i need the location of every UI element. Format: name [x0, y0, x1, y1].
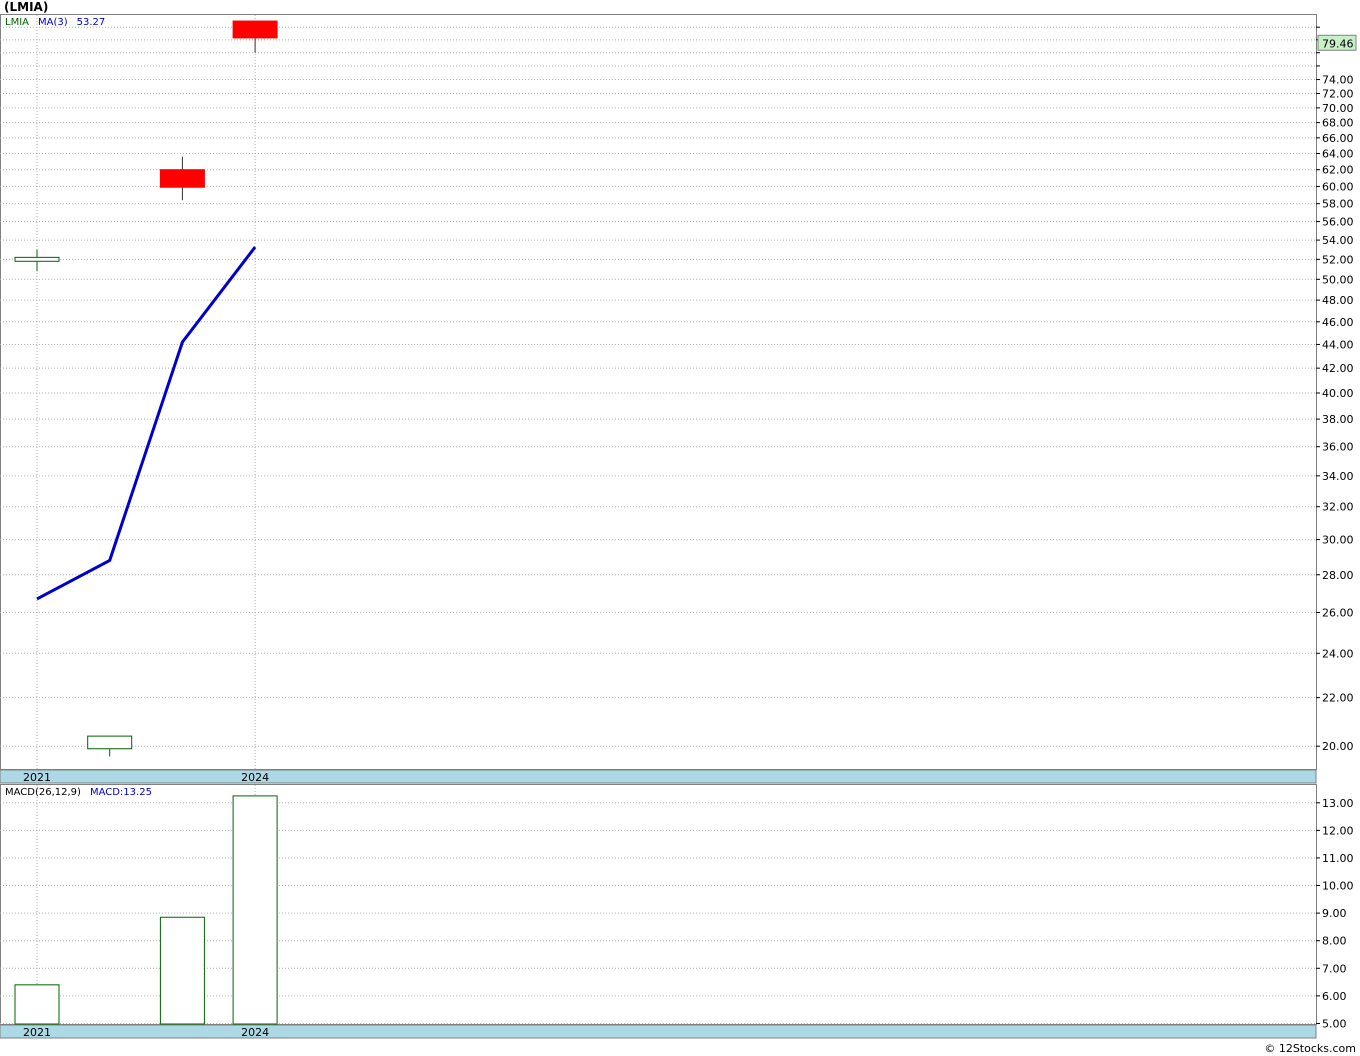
- price-legend-entry: MA(3): [38, 17, 68, 28]
- macd-bar: [232, 795, 278, 1025]
- price-grid: [0, 15, 1316, 769]
- watermark: © 12Stocks.com: [1264, 1042, 1356, 1055]
- macd-bar: [159, 916, 205, 1025]
- price-y-tick-label: 46.00: [1322, 316, 1354, 329]
- price-y-tick-label: 50.00: [1322, 273, 1354, 286]
- price-y-tick-label: 74.00: [1322, 74, 1354, 87]
- price-x-tick-label: 2021: [23, 771, 51, 784]
- price-legend-entry: LMIA: [5, 17, 29, 28]
- price-y-tick-label: 70.00: [1322, 102, 1354, 115]
- macd-date-axis-band: [0, 1024, 1317, 1039]
- price-y-tick-label: 58.00: [1322, 198, 1354, 211]
- price-y-tick-label: 42.00: [1322, 362, 1354, 375]
- macd-bar: [14, 984, 60, 1025]
- price-y-tick-label: 68.00: [1322, 117, 1354, 130]
- price-x-tick-label: 2024: [241, 771, 269, 784]
- price-legend: LMIA MA(3) 53.27: [5, 17, 105, 28]
- price-y-tick-label: 38.00: [1322, 413, 1354, 426]
- price-y-tick-label: 26.00: [1322, 607, 1354, 620]
- macd-panel: 5.00 6.00 7.00 8.00 9.00 10.00 11.00 12.00 13.00…: [0, 784, 1354, 1039]
- candle-body: [159, 169, 205, 188]
- price-y-tick-label: 72.00: [1322, 88, 1354, 101]
- macd-y-tick-label: 8.00: [1322, 935, 1347, 948]
- macd-x-tick-label: 2024: [241, 1026, 269, 1039]
- chart-title: (LMIA): [4, 0, 48, 14]
- macd-legend-entry: MACD(26,12,9): [5, 787, 81, 798]
- price-y-tick-label: 52.00: [1322, 253, 1354, 266]
- candle-body: [232, 20, 278, 39]
- price-panel: 20.00 22.00 24.00 26.00 28.00 30.00 32.00 34.00…: [0, 14, 1357, 784]
- price-y-tick-label: 40.00: [1322, 387, 1354, 400]
- macd-y-tick-label: 5.00: [1322, 1017, 1347, 1030]
- macd-y-tick-label: 11.00: [1322, 852, 1354, 865]
- price-marks: [14, 20, 278, 757]
- macd-y-tick-label: 10.00: [1322, 880, 1354, 893]
- price-y-tick-label: 56.00: [1322, 216, 1354, 229]
- price-y-tick-label: 48.00: [1322, 294, 1354, 307]
- macd-y-tick-label: 9.00: [1322, 907, 1347, 920]
- price-y-tick-label: 66.00: [1322, 132, 1354, 145]
- price-y-axis: 20.00 22.00 24.00 26.00 28.00 30.00 32.00 34.00…: [1316, 26, 1357, 753]
- price-y-tick-label: 44.00: [1322, 338, 1354, 351]
- price-y-tick-label: 64.00: [1322, 148, 1354, 161]
- price-y-tick-label: 30.00: [1322, 534, 1354, 547]
- price-y-tick-label: 22.00: [1322, 692, 1354, 705]
- price-y-tick-label: 34.00: [1322, 470, 1354, 483]
- last-price-label: 79.46: [1322, 37, 1354, 50]
- macd-y-axis: 5.00 6.00 7.00 8.00 9.00 10.00 11.00 12.00 13.00: [1316, 797, 1354, 1030]
- macd-y-tick-label: 13.00: [1322, 797, 1354, 810]
- macd-x-tick-label: 2021: [23, 1026, 51, 1039]
- macd-y-tick-label: 7.00: [1322, 962, 1347, 975]
- macd-legend: MACD(26,12,9) MACD:13.25: [5, 787, 152, 798]
- price-y-tick-label: 54.00: [1322, 234, 1354, 247]
- price-y-tick-label: 32.00: [1322, 501, 1354, 514]
- price-y-tick-label: 60.00: [1322, 180, 1354, 193]
- candle-body: [14, 256, 60, 262]
- stock-chart: 20.00 22.00 24.00 26.00 28.00 30.00 32.00 34.00…: [0, 0, 1357, 1055]
- price-y-tick-label: 36.00: [1322, 441, 1354, 454]
- macd-y-tick-label: 6.00: [1322, 990, 1347, 1003]
- price-legend-entry: 53.27: [77, 17, 106, 28]
- macd-y-tick-label: 12.00: [1322, 824, 1354, 837]
- price-y-tick-label: 24.00: [1322, 647, 1354, 660]
- price-plot-frame: [0, 14, 1317, 770]
- price-y-tick-label: 20.00: [1322, 740, 1354, 753]
- candle-body: [87, 735, 133, 750]
- price-y-tick-label: 28.00: [1322, 569, 1354, 582]
- macd-legend-entry: MACD:13.25: [90, 787, 152, 798]
- price-date-axis-band: [0, 769, 1317, 784]
- price-y-tick-label: 62.00: [1322, 164, 1354, 177]
